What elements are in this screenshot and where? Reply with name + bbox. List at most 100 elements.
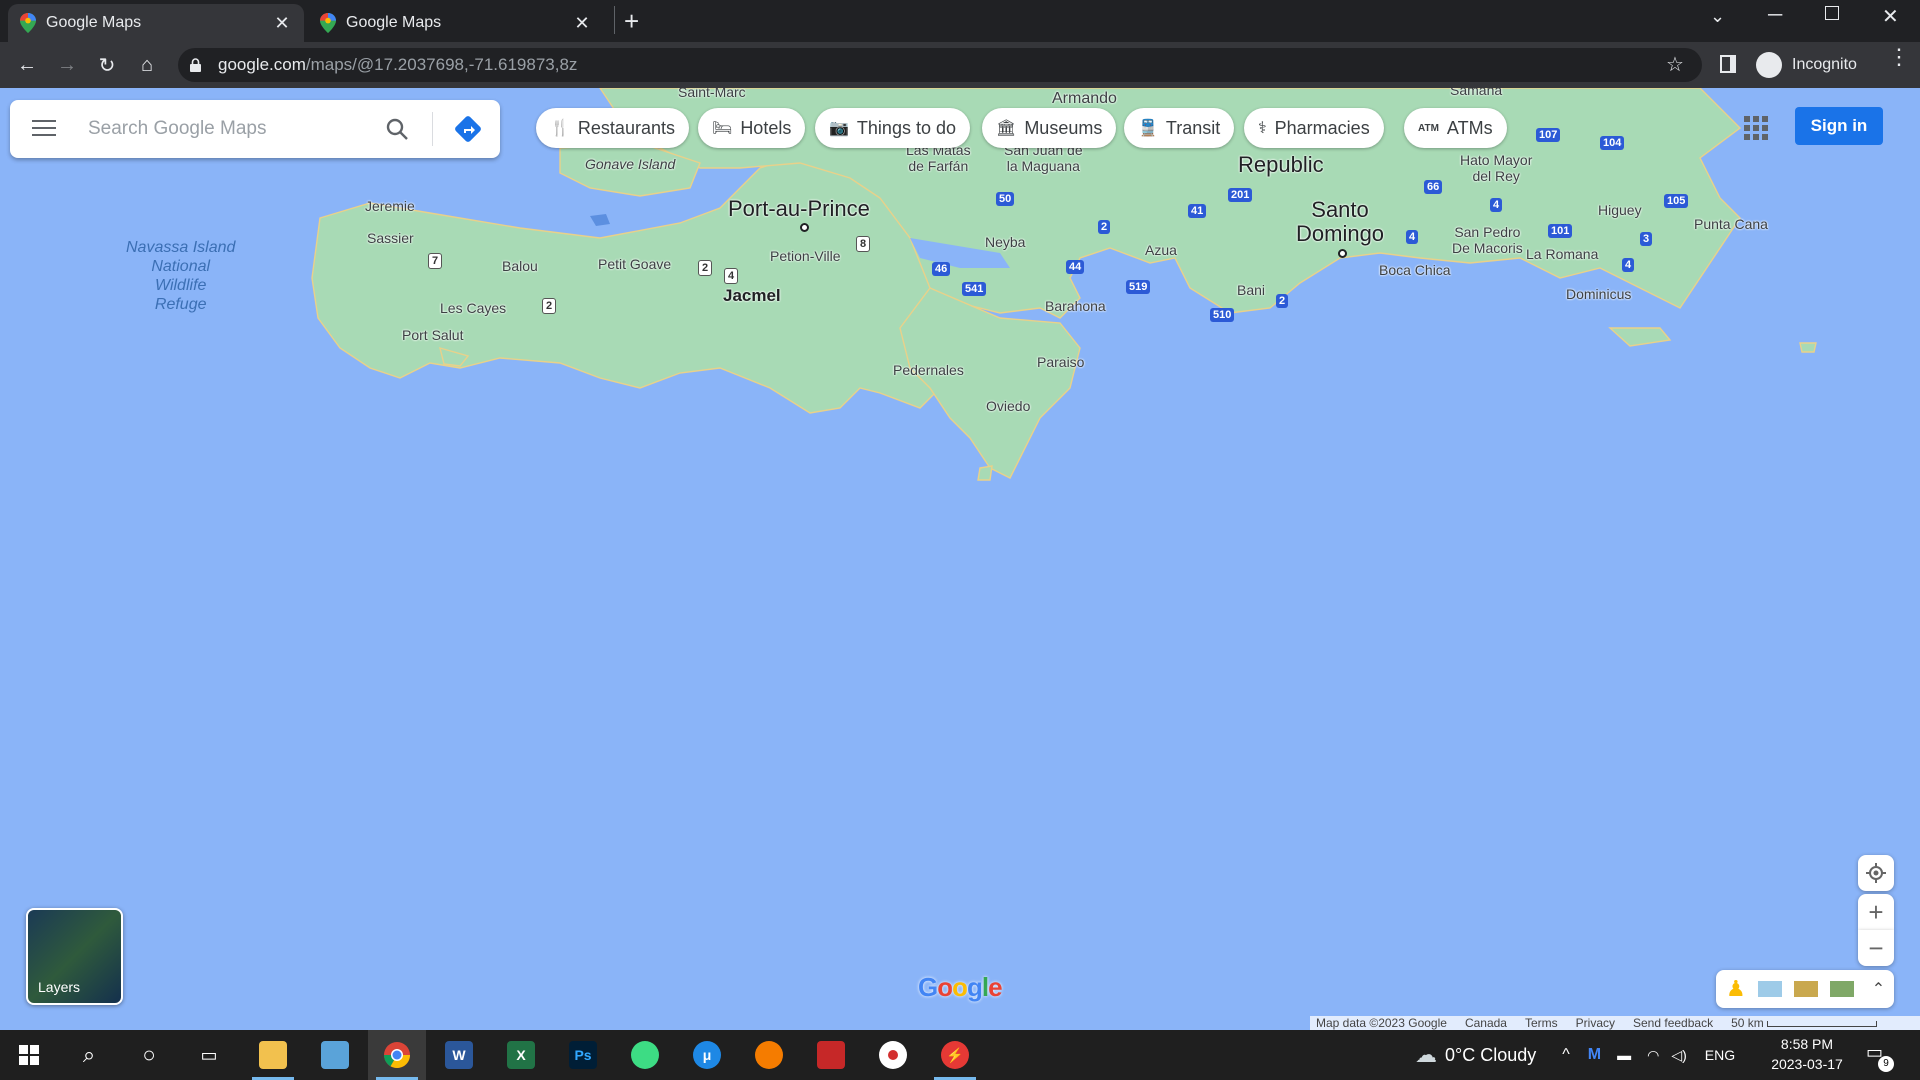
- tab-search-chevron-icon[interactable]: ⌄: [1710, 6, 1725, 27]
- home-icon[interactable]: ⌂: [132, 50, 162, 80]
- close-tab-icon[interactable]: ✕: [572, 13, 592, 34]
- windows-start-icon[interactable]: [0, 1030, 58, 1080]
- chip-hotels[interactable]: 🛏 Hotels: [698, 108, 806, 148]
- tab-google-maps-2[interactable]: Google Maps ✕: [308, 4, 604, 42]
- scale-bar[interactable]: 50 km: [1731, 1016, 1878, 1030]
- label-oviedo[interactable]: Oviedo: [986, 398, 1030, 414]
- zoom-in-button[interactable]: +: [1858, 894, 1894, 930]
- terms-link[interactable]: Terms: [1525, 1016, 1558, 1030]
- weather-text[interactable]: 0°C Cloudy: [1445, 1045, 1536, 1066]
- back-arrow-icon[interactable]: ←: [12, 50, 42, 80]
- reload-icon[interactable]: ↻: [92, 50, 122, 80]
- send-feedback-link[interactable]: Send feedback: [1633, 1016, 1713, 1030]
- label-bani[interactable]: Bani: [1237, 282, 1265, 298]
- zoom-out-button[interactable]: −: [1858, 930, 1894, 966]
- tab-google-maps-1[interactable]: Google Maps ✕: [8, 4, 304, 42]
- label-hato-mayor[interactable]: Hato Mayor del Rey: [1460, 152, 1532, 184]
- label-samana[interactable]: Samana: [1450, 88, 1502, 98]
- malwarebytes-icon[interactable]: M: [1588, 1046, 1601, 1064]
- label-paraiso[interactable]: Paraiso: [1037, 354, 1084, 370]
- address-bar[interactable]: google.com/maps/@17.2037698,-71.619873,8…: [178, 48, 1702, 82]
- kebab-menu-icon[interactable]: ⋮: [1888, 46, 1910, 68]
- new-tab-icon[interactable]: +: [624, 6, 639, 37]
- minimize-icon[interactable]: ─: [1768, 4, 1782, 27]
- forward-arrow-icon[interactable]: →: [52, 50, 82, 80]
- label-port-au-prince[interactable]: Port-au-Prince: [728, 196, 870, 222]
- privacy-link[interactable]: Privacy: [1576, 1016, 1615, 1030]
- label-punta-cana[interactable]: Punta Cana: [1694, 216, 1768, 232]
- app-icon[interactable]: [740, 1030, 798, 1080]
- label-saint-marc[interactable]: Saint-Marc: [678, 88, 746, 100]
- label-boca-chica[interactable]: Boca Chica: [1379, 262, 1451, 278]
- label-armando[interactable]: Armando: [1052, 90, 1117, 108]
- street-view-thumb-icon[interactable]: [1829, 981, 1854, 997]
- file-explorer-icon[interactable]: [244, 1030, 302, 1080]
- label-les-cayes[interactable]: Les Cayes: [440, 300, 506, 316]
- label-port-salut[interactable]: Port Salut: [402, 327, 463, 343]
- street-view-thumb-icon[interactable]: [1757, 981, 1782, 997]
- cortana-icon[interactable]: ○: [120, 1030, 178, 1080]
- region-link[interactable]: Canada: [1465, 1016, 1507, 1030]
- cloud-icon[interactable]: ☁: [1415, 1042, 1437, 1068]
- chip-pharmacies[interactable]: ⚕ Pharmacies: [1244, 108, 1384, 148]
- chrome-icon[interactable]: [368, 1030, 426, 1080]
- label-sassier[interactable]: Sassier: [367, 230, 414, 246]
- label-azua[interactable]: Azua: [1145, 242, 1177, 258]
- chevron-up-icon[interactable]: ⌃: [1872, 979, 1885, 999]
- task-view-icon[interactable]: ▭: [180, 1030, 238, 1080]
- street-view-panel[interactable]: ♟ ⌃: [1716, 970, 1894, 1008]
- label-jacmel[interactable]: Jacmel: [723, 286, 781, 306]
- battery-icon[interactable]: ▬: [1617, 1047, 1631, 1063]
- label-balou[interactable]: Balou: [502, 258, 538, 274]
- label-petit-goave[interactable]: Petit Goave: [598, 256, 671, 272]
- chip-museums[interactable]: 🏛 Museums: [982, 108, 1117, 148]
- restore-icon[interactable]: [1825, 6, 1839, 20]
- search-icon[interactable]: [386, 118, 408, 140]
- label-petion-ville[interactable]: Petion-Ville: [770, 248, 841, 264]
- app-icon[interactable]: [802, 1030, 860, 1080]
- map-canvas[interactable]: Port-au-Prince Santo Domingo Republic Ja…: [0, 88, 1920, 1030]
- chip-atms[interactable]: ATM ATMs: [1404, 108, 1507, 148]
- label-neyba[interactable]: Neyba: [985, 234, 1025, 250]
- hamburger-menu-icon[interactable]: [32, 120, 56, 136]
- word-icon[interactable]: W: [430, 1030, 488, 1080]
- android-app-icon[interactable]: [616, 1030, 674, 1080]
- layers-button[interactable]: Layers: [26, 908, 123, 1005]
- close-window-icon[interactable]: ✕: [1882, 4, 1899, 29]
- label-navassa[interactable]: Navassa Island National Wildlife Refuge: [126, 238, 235, 314]
- pegman-icon[interactable]: ♟: [1726, 976, 1746, 1002]
- side-panel-icon[interactable]: [1720, 55, 1736, 73]
- label-san-pedro[interactable]: San Pedro De Macoris: [1452, 224, 1523, 256]
- label-gonave[interactable]: Gonave Island: [585, 156, 675, 172]
- excel-icon[interactable]: X: [492, 1030, 550, 1080]
- media-player-icon[interactable]: [864, 1030, 922, 1080]
- label-barahona[interactable]: Barahona: [1045, 298, 1106, 314]
- label-republic[interactable]: Republic: [1238, 152, 1324, 178]
- label-jeremie[interactable]: Jeremie: [365, 198, 415, 214]
- close-tab-icon[interactable]: ✕: [272, 13, 292, 34]
- street-view-thumb-icon[interactable]: [1793, 981, 1818, 997]
- chip-transit[interactable]: 🚆 Transit: [1124, 108, 1235, 148]
- app-icon[interactable]: ⚡: [926, 1030, 984, 1080]
- chevron-up-icon[interactable]: ^: [1562, 1046, 1570, 1064]
- mu-app-icon[interactable]: μ: [678, 1030, 736, 1080]
- label-higuey[interactable]: Higuey: [1598, 202, 1642, 218]
- incognito-badge[interactable]: Incognito: [1756, 50, 1857, 80]
- chip-things-to-do[interactable]: 📷 Things to do: [815, 108, 970, 148]
- my-location-button[interactable]: [1858, 855, 1894, 891]
- search-input[interactable]: [88, 118, 378, 140]
- language-indicator[interactable]: ENG: [1705, 1047, 1735, 1063]
- sign-in-button[interactable]: Sign in: [1795, 107, 1883, 145]
- photoshop-icon[interactable]: Ps: [554, 1030, 612, 1080]
- label-dominicus[interactable]: Dominicus: [1566, 286, 1631, 302]
- label-santo-domingo[interactable]: Santo Domingo: [1296, 198, 1384, 246]
- volume-icon[interactable]: ◁): [1671, 1047, 1686, 1064]
- search-icon[interactable]: ⌕: [60, 1030, 118, 1080]
- label-la-romana[interactable]: La Romana: [1526, 246, 1598, 262]
- chip-restaurants[interactable]: 🍴 Restaurants: [536, 108, 689, 148]
- google-apps-icon[interactable]: [1744, 116, 1768, 140]
- wifi-icon[interactable]: ◠: [1647, 1047, 1659, 1064]
- label-pedernales[interactable]: Pedernales: [893, 362, 964, 378]
- bookmark-star-icon[interactable]: ☆: [1666, 52, 1684, 77]
- control-panel-icon[interactable]: [306, 1030, 364, 1080]
